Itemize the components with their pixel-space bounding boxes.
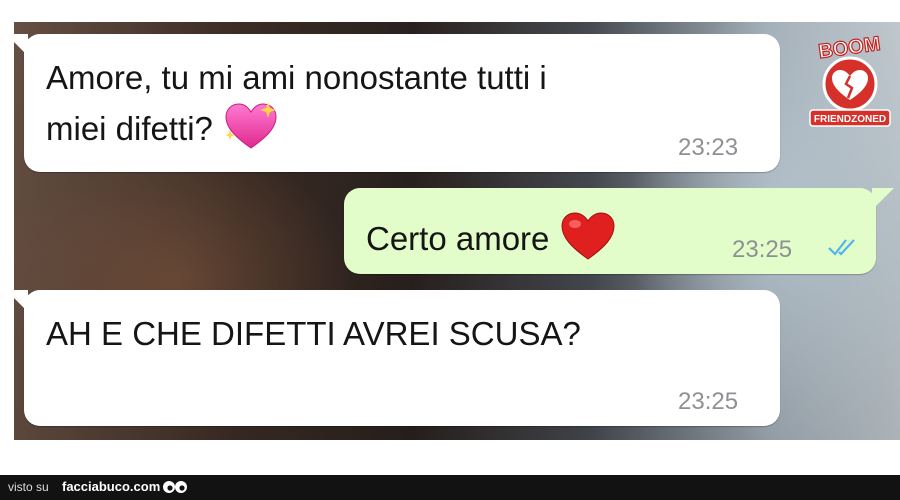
message-timestamp: 23:23 [678,134,739,161]
screenshot-stage: Amore, tu mi ami nonostante tutti i miei… [0,0,900,500]
message-text: Certo amore [366,210,617,273]
message-bubble-incoming[interactable]: AH E CHE DIFETTI AVREI SCUSA? 23:25 [6,290,780,426]
message-bubble-incoming[interactable]: Amore, tu mi ami nonostante tutti i miei… [6,34,780,172]
message-timestamp: 23:25 [732,236,793,263]
sparkling-heart-icon [222,100,280,163]
double-check-icon [828,239,855,256]
footer-visto-label: visto su [8,480,49,494]
message-timestamp: 23:25 [678,388,739,415]
message-text: AH E CHE DIFETTI AVREI SCUSA? [46,312,581,356]
footer-bar: visto su facciabuco.com [0,475,900,500]
message-line-2: miei difetti? [46,110,213,148]
bubble-tail [6,34,28,56]
logo-bottom-text: FRIENDZONED [814,114,886,125]
message-bubble-outgoing[interactable]: Certo amore 23:25 [344,188,894,274]
red-heart-icon [559,210,617,273]
friendzoned-logo: BOOM FRIENDZONED [802,32,898,132]
bubble-tail [6,290,28,312]
googly-eyes-icon [163,481,187,493]
message-line: AH E CHE DIFETTI AVREI SCUSA? [46,315,581,352]
bubble-tail [872,188,894,210]
footer-site-link[interactable]: facciabuco.com [62,479,160,494]
message-text: Amore, tu mi ami nonostante tutti i miei… [46,56,547,163]
message-line-1: Amore, tu mi ami nonostante tutti i [46,59,547,96]
message-line: Certo amore [366,220,550,258]
